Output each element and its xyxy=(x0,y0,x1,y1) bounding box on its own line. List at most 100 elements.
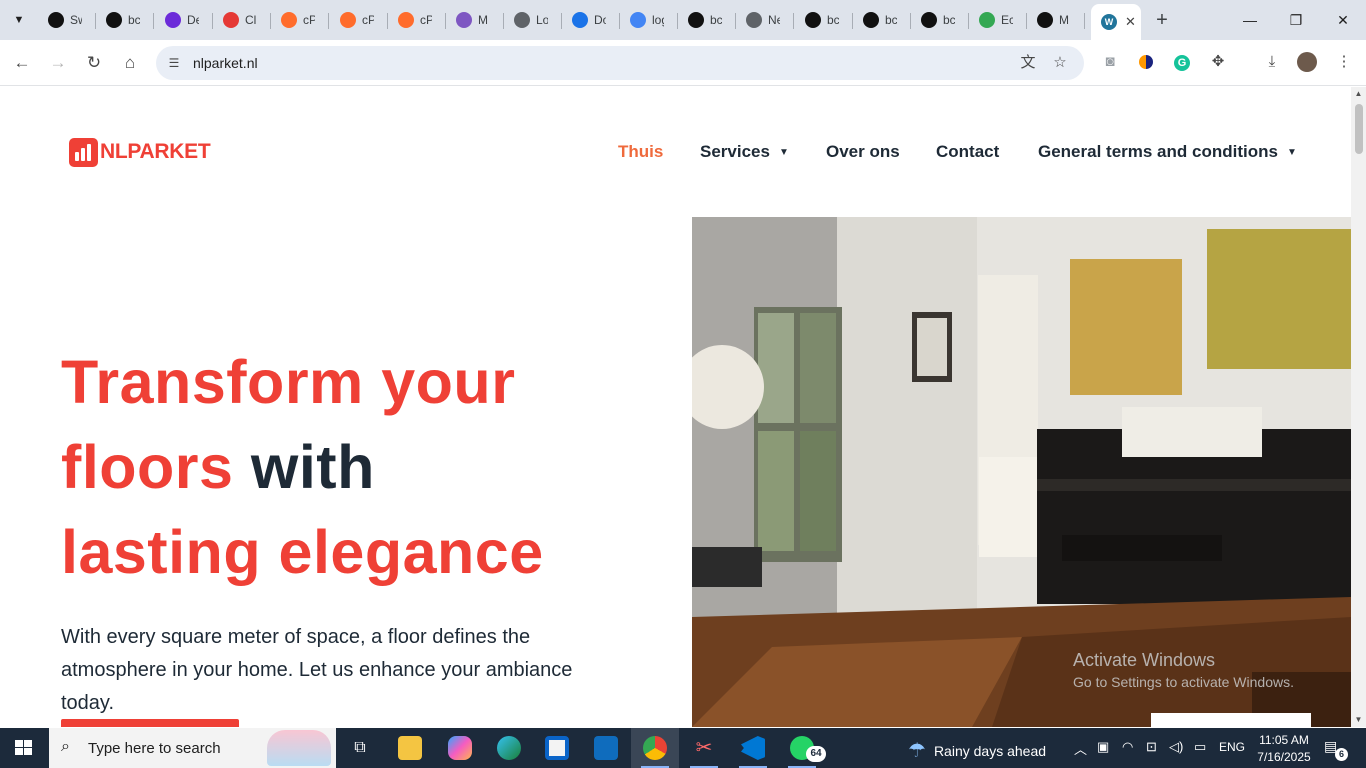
scroll-up-arrow-icon[interactable]: ▲ xyxy=(1351,87,1366,101)
camera-extension-icon[interactable]: ◙ xyxy=(1100,51,1120,73)
vscode-app[interactable] xyxy=(729,728,777,768)
outlook-app[interactable] xyxy=(582,728,630,768)
url-text[interactable]: nlparket.nl xyxy=(193,55,258,71)
browser-tab[interactable]: cP xyxy=(330,6,388,34)
home-button[interactable]: ⌂ xyxy=(118,51,142,75)
nav-item-over-ons[interactable]: Over ons xyxy=(826,142,900,162)
home-icon: ⌂ xyxy=(124,53,136,72)
browser-menu-icon[interactable]: ⋮ xyxy=(1334,51,1354,73)
tab-title: cP xyxy=(420,13,432,27)
browser-tab[interactable]: De xyxy=(155,6,213,34)
nav-item-general-terms[interactable]: General terms and conditions ▼ xyxy=(1038,142,1297,162)
file-explorer-app[interactable] xyxy=(386,728,434,768)
scrollbar-thumb[interactable] xyxy=(1355,104,1363,154)
taskbar-clock[interactable]: 11:05 AM 7/16/2025 xyxy=(1254,732,1314,766)
site-logo[interactable]: NLPARKET xyxy=(69,137,211,167)
close-window-button[interactable]: ✕ xyxy=(1331,8,1355,32)
browser-tab[interactable]: cP xyxy=(271,6,329,34)
tab-title: bc xyxy=(943,13,955,27)
github-icon xyxy=(688,12,704,28)
input-language[interactable]: ENG xyxy=(1219,740,1245,754)
forward-button[interactable]: → xyxy=(46,51,70,75)
hero-cta-button[interactable] xyxy=(61,719,239,727)
browser-tab[interactable]: bc xyxy=(911,6,969,34)
start-button[interactable] xyxy=(0,728,48,768)
bookmark-star-icon[interactable]: ☆ xyxy=(1050,53,1070,73)
browser-tab[interactable]: bc xyxy=(795,6,853,34)
copilot-app[interactable] xyxy=(436,728,484,768)
browser-tab[interactable]: Lo xyxy=(504,6,562,34)
grammarly-icon[interactable]: G xyxy=(1172,51,1192,73)
translate-icon[interactable]: 文 xyxy=(1018,53,1038,73)
meet-now-icon[interactable]: ▣ xyxy=(1097,739,1109,755)
tab-title: M xyxy=(478,13,488,27)
site-info-icon[interactable]: ☰ xyxy=(164,53,184,73)
task-view-button[interactable]: ⧉ xyxy=(336,728,384,768)
tab-title: cP xyxy=(303,13,315,27)
hero-title-part: floors xyxy=(61,433,234,501)
tab-title: Sw xyxy=(70,13,82,27)
tab-title: bc xyxy=(885,13,897,27)
tab-title: bc xyxy=(128,13,140,27)
minimize-button[interactable]: — xyxy=(1238,8,1262,32)
browser-tab[interactable]: cP xyxy=(388,6,446,34)
browser-tab[interactable]: Cl xyxy=(213,6,271,34)
cpanel-icon xyxy=(398,12,414,28)
taskbar-search-box[interactable]: ⌕ Type here to search xyxy=(49,728,336,768)
tab-search-button[interactable]: ▼ xyxy=(6,8,32,32)
extension-orange-icon[interactable] xyxy=(1136,51,1156,73)
browser-tab[interactable]: Ne xyxy=(736,6,794,34)
browser-tab[interactable]: Sw xyxy=(38,6,96,34)
snipping-tool-app[interactable]: ✂ xyxy=(680,728,728,768)
show-hidden-icons-chevron-icon[interactable]: ︿ xyxy=(1074,739,1087,758)
weather-widget[interactable]: ☂ Rainy days ahead xyxy=(908,738,1046,763)
profile-avatar[interactable] xyxy=(1297,51,1317,73)
new-tab-button[interactable]: + xyxy=(1152,9,1172,31)
hero-description: With every square meter of space, a floo… xyxy=(61,626,573,714)
page-scrollbar[interactable]: ▲ ▼ xyxy=(1351,87,1366,727)
windows-logo-icon xyxy=(15,740,32,755)
nav-item-thuis[interactable]: Thuis xyxy=(618,142,663,162)
network-icon[interactable]: ⊡ xyxy=(1146,739,1157,755)
chrome-app[interactable] xyxy=(631,728,679,768)
hero-title-part: Transform your xyxy=(61,348,516,416)
scroll-down-arrow-icon[interactable]: ▼ xyxy=(1351,713,1366,727)
back-button[interactable]: ← xyxy=(10,51,34,75)
volume-icon[interactable]: ◁) xyxy=(1169,739,1183,755)
browser-tab[interactable]: Ec xyxy=(969,6,1027,34)
nav-item-contact[interactable]: Contact xyxy=(936,142,999,162)
github-icon xyxy=(921,12,937,28)
wordpress-icon: W xyxy=(1101,14,1117,30)
tab-title: De xyxy=(187,13,199,27)
browser-tab[interactable]: Do xyxy=(562,6,620,34)
arrow-right-icon: → xyxy=(49,53,67,72)
arrow-left-icon: ← xyxy=(13,53,31,72)
reload-button[interactable]: ↻ xyxy=(82,51,106,75)
store-app[interactable] xyxy=(533,728,581,768)
tab-title: bc xyxy=(710,13,722,27)
task-view-icon: ⧉ xyxy=(354,739,366,756)
browser-tab[interactable]: bc xyxy=(96,6,154,34)
extensions-puzzle-icon[interactable]: ✥ xyxy=(1208,51,1228,73)
clock-date: 7/16/2025 xyxy=(1257,750,1311,764)
browser-tab[interactable]: bc xyxy=(678,6,736,34)
battery-icon[interactable]: ▭ xyxy=(1194,739,1206,755)
nav-label: Over ons xyxy=(826,142,900,161)
browser-tab[interactable]: bc xyxy=(853,6,911,34)
activate-windows-watermark: Activate Windows Go to Settings to activ… xyxy=(1073,650,1294,690)
browser-tab[interactable]: M xyxy=(1027,6,1085,34)
downloads-icon[interactable]: ⤓ xyxy=(1262,51,1282,73)
tab-active-nlparket[interactable]: W ✕ xyxy=(1091,4,1141,40)
search-icon: ⌕ xyxy=(61,738,70,755)
nav-item-services[interactable]: Services ▼ xyxy=(700,142,789,162)
edge-app[interactable] xyxy=(485,728,533,768)
copilot-icon xyxy=(456,12,472,28)
close-tab-icon[interactable]: ✕ xyxy=(1125,14,1136,30)
copilot-icon xyxy=(448,736,472,760)
notification-center-button[interactable]: ▤ 6 xyxy=(1324,738,1348,761)
restore-button[interactable]: ❐ xyxy=(1284,8,1308,32)
wifi-icon[interactable]: ◠ xyxy=(1122,739,1133,755)
browser-tab[interactable]: M xyxy=(446,6,504,34)
browser-tab[interactable]: log xyxy=(620,6,678,34)
address-bar[interactable]: ☰ nlparket.nl 文 ☆ xyxy=(156,46,1084,80)
